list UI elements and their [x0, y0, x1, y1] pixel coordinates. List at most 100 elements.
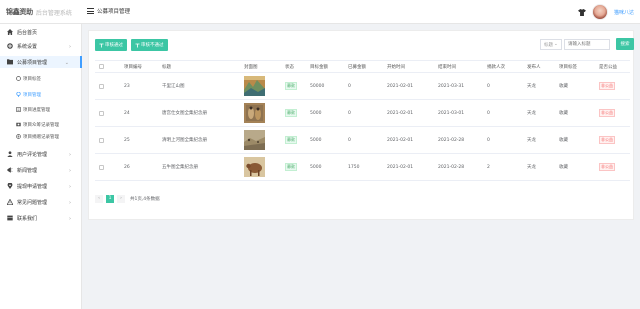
- sidebar: 后台首页 系统设置 › 公募项目管理 ⌄ 项目标签 项目管理 项目进度管理 项目…: [0, 24, 82, 309]
- sidebar-item-label: 用户评论管理: [17, 151, 48, 158]
- sidebar-item-projects[interactable]: 公募项目管理 ⌄: [0, 56, 82, 68]
- start-date: 2021-02-01: [387, 164, 414, 170]
- table-row[interactable]: 23 千里江山图 募款 50000 0 2021-02-01 2021-03-3…: [95, 73, 630, 100]
- table-row[interactable]: 24 唐宫仕女图全集纪念册 募款 5000 0 2021-02-01 2021-…: [95, 100, 630, 127]
- donate-icon: [16, 134, 21, 139]
- public-welfare-badge: 非公益: [599, 82, 615, 90]
- cover-image: [244, 154, 265, 180]
- logo: 锦鑫资助 后台管理系统: [6, 6, 72, 18]
- row-checkbox[interactable]: [99, 100, 104, 126]
- status-badge: 募款: [285, 109, 297, 117]
- sidebar-subitem-project-manage[interactable]: 项目管理: [0, 89, 82, 100]
- prev-page-button[interactable]: ‹: [95, 194, 103, 203]
- column-header[interactable]: 结束时间: [438, 61, 456, 72]
- sidebar-item-comments[interactable]: 用户评论管理 ›: [0, 148, 82, 160]
- home-icon: [7, 29, 13, 35]
- project-table: 项目编号 标题 封面图 状态 目标金额 已募金额 开始时间 结束时间 捐款人次 …: [95, 60, 630, 181]
- table-header: 项目编号 标题 封面图 状态 目标金额 已募金额 开始时间 结束时间 捐款人次 …: [95, 61, 630, 73]
- project-id: 24: [124, 110, 130, 116]
- target-amount: 50000: [310, 83, 325, 89]
- column-header[interactable]: 开始时间: [387, 61, 405, 72]
- public-welfare-badge: 非公益: [599, 109, 615, 117]
- sidebar-item-label: 后台首页: [17, 29, 38, 36]
- table-row[interactable]: 25 清明上河图全集纪念册 募款 5000 0 2021-02-01 2021-…: [95, 127, 630, 154]
- sidebar-item-contact[interactable]: 联系我们 ›: [0, 212, 82, 224]
- avatar[interactable]: [591, 4, 608, 20]
- sidebar-subitem-crowdfund-records[interactable]: 项目众筹记录管理: [0, 119, 82, 130]
- search-field-select[interactable]: 标题 ⌄: [540, 39, 562, 50]
- project-tag: 收藏: [559, 165, 568, 170]
- project-id: 23: [124, 83, 130, 89]
- column-header[interactable]: 发布人: [527, 61, 541, 72]
- tag-icon: [16, 76, 21, 81]
- row-checkbox[interactable]: [99, 154, 104, 180]
- sidebar-item-news[interactable]: 新闻管理 ›: [0, 164, 82, 176]
- end-date: 2021-02-28: [438, 137, 465, 143]
- sidebar-item-label: 联系我们: [17, 215, 38, 222]
- sidebar-subitem-label: 项目标签: [23, 76, 41, 82]
- location-icon: [7, 183, 13, 189]
- column-header[interactable]: 状态: [285, 61, 294, 72]
- cover-image: [244, 73, 265, 99]
- sidebar-subitem-progress[interactable]: 项目进度管理: [0, 104, 82, 115]
- sidebar-item-settings[interactable]: 系统设置 ›: [0, 40, 82, 52]
- sidebar-item-label: 公募项目管理: [17, 59, 48, 66]
- column-header[interactable]: 项目标签: [559, 61, 577, 72]
- menu-toggle-icon[interactable]: [87, 8, 94, 14]
- sidebar-item-label: 提现申请管理: [17, 183, 48, 190]
- table-row[interactable]: 26 五牛图全集纪念册 募款 5000 1750 2021-02-01 2021…: [95, 154, 630, 181]
- start-date: 2021-02-01: [387, 137, 414, 143]
- pin-icon: [16, 92, 21, 97]
- select-all-checkbox[interactable]: [99, 61, 104, 72]
- project-tag: 收藏: [559, 84, 568, 89]
- folder-icon: [7, 59, 13, 65]
- page-number[interactable]: 1: [106, 194, 114, 203]
- sidebar-subitem-project-tags[interactable]: 项目标签: [0, 73, 82, 84]
- sidebar-subitem-label: 项目进度管理: [23, 107, 50, 113]
- search-input[interactable]: [564, 39, 610, 50]
- row-checkbox[interactable]: [99, 127, 104, 153]
- user-icon: [7, 151, 13, 157]
- row-checkbox[interactable]: [99, 73, 104, 99]
- reject-button[interactable]: 审核不通过: [131, 39, 168, 51]
- target-amount: 5000: [310, 137, 322, 143]
- username[interactable]: 猫咪八达: [614, 9, 634, 16]
- gear-icon: [7, 43, 13, 49]
- record-icon: [16, 122, 21, 127]
- publisher: 天龙: [527, 84, 536, 89]
- column-header[interactable]: 是否公益: [599, 61, 617, 72]
- chevron-right-icon: ›: [69, 152, 71, 158]
- top-right-area: 猫咪八达: [578, 3, 634, 21]
- chevron-down-icon: ⌄: [554, 42, 558, 47]
- column-header[interactable]: 封面图: [244, 61, 258, 72]
- column-header[interactable]: 项目编号: [124, 61, 142, 72]
- approve-icon: [99, 43, 104, 47]
- approve-button[interactable]: 审核通过: [95, 39, 127, 51]
- start-date: 2021-02-01: [387, 83, 414, 89]
- sidebar-item-withdraw[interactable]: 提现申请管理 ›: [0, 180, 82, 192]
- sidebar-item-faq[interactable]: 常见问题管理 ›: [0, 196, 82, 208]
- cover-image: [244, 127, 265, 153]
- sidebar-subitem-label: 项目众筹记录管理: [23, 122, 59, 128]
- search-button[interactable]: 搜索: [616, 38, 634, 50]
- end-date: 2021-02-28: [438, 164, 465, 170]
- sidebar-subitem-donation-records[interactable]: 项目捐赠记录管理: [0, 131, 82, 142]
- donor-count: 0: [487, 83, 490, 89]
- breadcrumb: 公募项目管理: [97, 9, 131, 15]
- column-header[interactable]: 标题: [162, 61, 171, 72]
- skin-icon[interactable]: [578, 8, 586, 16]
- status-badge: 募款: [285, 163, 297, 171]
- flag-icon: [7, 215, 13, 221]
- cover-image: [244, 100, 265, 126]
- next-page-button[interactable]: ›: [117, 194, 125, 203]
- column-header[interactable]: 已募金额: [348, 61, 366, 72]
- column-header[interactable]: 目标金额: [310, 61, 328, 72]
- public-welfare-badge: 非公益: [599, 163, 615, 171]
- raised-amount: 0: [348, 83, 351, 89]
- sidebar-item-home[interactable]: 后台首页: [0, 26, 82, 38]
- raised-amount: 0: [348, 137, 351, 143]
- project-id: 26: [124, 164, 130, 170]
- publisher: 天龙: [527, 138, 536, 143]
- column-header[interactable]: 捐款人次: [487, 61, 505, 72]
- sidebar-item-label: 系统设置: [17, 43, 38, 50]
